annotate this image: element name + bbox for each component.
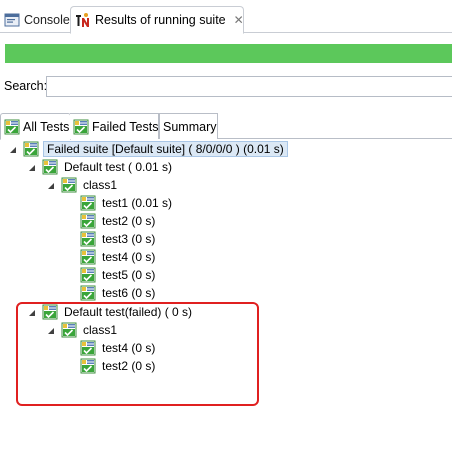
tree-node-test[interactable]: Default test ( 0.01 s) — [42, 158, 174, 176]
pass-icon — [80, 195, 96, 211]
pass-icon — [80, 213, 96, 229]
highlight-annotation-box — [16, 302, 259, 406]
test-hierarchy-icon — [4, 119, 20, 135]
suite-label: Failed suite [Default suite] ( 8/0/0/0 )… — [43, 141, 288, 157]
method-label: test3 (0 s) — [102, 232, 156, 246]
method-label: test4 (0 s) — [102, 250, 156, 264]
pass-icon — [80, 231, 96, 247]
pass-icon — [42, 159, 58, 175]
tab-console-label: Console — [24, 12, 70, 27]
failed-tests-icon — [73, 119, 89, 135]
tab-results[interactable]: Results of running suite ✕ — [70, 6, 244, 34]
tab-all-tests-label: All Tests — [23, 119, 70, 134]
tree-node-suite[interactable]: Failed suite [Default suite] ( 8/0/0/0 )… — [23, 140, 288, 158]
results-tab-bar: All Tests Failed Tests Summary — [0, 113, 452, 140]
pass-icon — [61, 177, 77, 193]
tree-node-method[interactable]: test4 (0 s) — [80, 248, 157, 266]
pass-icon — [80, 249, 96, 265]
method-label: test2 (0 s) — [102, 214, 156, 228]
view-tab-bar: Console Results of running suite ✕ — [0, 0, 452, 34]
pass-icon — [80, 285, 96, 301]
search-label: Search: — [4, 79, 48, 93]
method-label: test1 (0.01 s) — [102, 196, 173, 210]
method-label: test5 (0 s) — [102, 268, 156, 282]
collapse-twisty-icon[interactable] — [28, 164, 36, 172]
tree-node-method[interactable]: test5 (0 s) — [80, 266, 157, 284]
pass-icon — [80, 267, 96, 283]
progress-bar — [5, 44, 452, 63]
tab-all-tests[interactable]: All Tests — [0, 113, 71, 140]
tab-summary[interactable]: Summary — [159, 113, 218, 139]
class-label: class1 — [83, 178, 118, 192]
method-label: test6 (0 s) — [102, 286, 156, 300]
tab-failed-tests-label: Failed Tests — [92, 119, 159, 134]
console-icon — [4, 13, 20, 26]
collapse-twisty-icon[interactable] — [9, 146, 17, 154]
search-input[interactable] — [46, 76, 452, 97]
test-tree: Failed suite [Default suite] ( 8/0/0/0 )… — [0, 139, 452, 455]
tree-node-class[interactable]: class1 — [61, 176, 119, 194]
tab-failed-tests[interactable]: Failed Tests — [70, 113, 159, 139]
tab-summary-label: Summary — [163, 119, 217, 134]
tree-node-method[interactable]: test3 (0 s) — [80, 230, 157, 248]
pass-icon — [23, 141, 39, 157]
test-label: Default test ( 0.01 s) — [64, 160, 173, 174]
tab-console[interactable]: Console — [0, 6, 70, 33]
tree-node-method[interactable]: test6 (0 s) — [80, 284, 157, 302]
collapse-twisty-icon[interactable] — [47, 182, 55, 190]
tab-results-label: Results of running suite — [95, 13, 226, 27]
tree-node-method[interactable]: test1 (0.01 s) — [80, 194, 174, 212]
testng-icon — [75, 12, 91, 28]
tree-node-method[interactable]: test2 (0 s) — [80, 212, 157, 230]
progress-fill — [5, 44, 452, 63]
close-icon[interactable]: ✕ — [234, 13, 244, 27]
